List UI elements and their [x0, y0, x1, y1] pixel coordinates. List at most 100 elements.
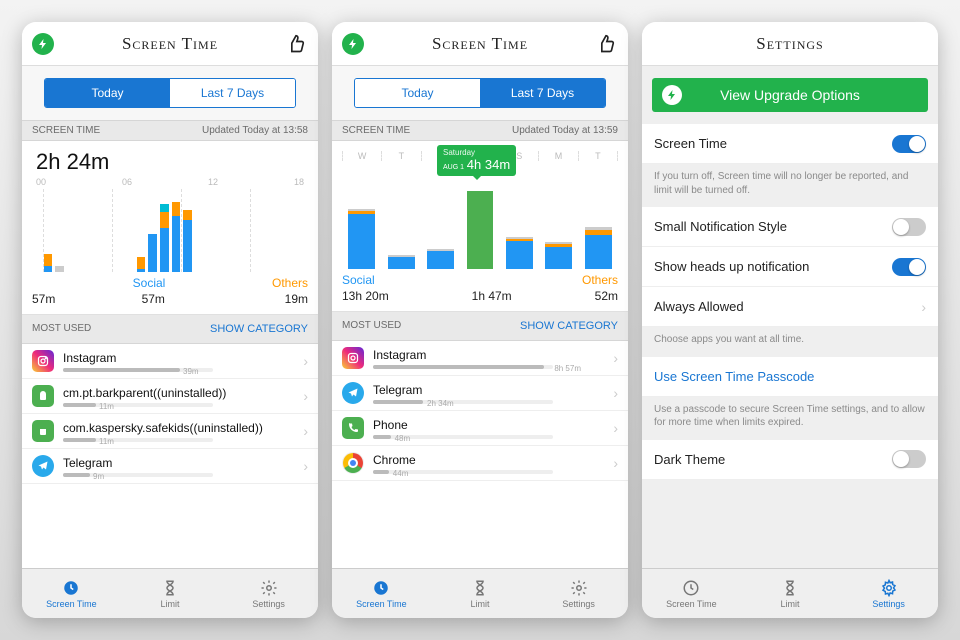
telegram-icon [342, 382, 364, 404]
category-labels: Social Others [342, 269, 618, 289]
chevron-right-icon: › [613, 350, 618, 366]
header: Screen Time [332, 22, 628, 66]
most-used-header: MOST USED SHOW CATEGORY [22, 315, 318, 344]
app-row[interactable]: Chrome44m › [332, 446, 628, 481]
setting-always-allowed[interactable]: Always Allowed › [642, 287, 938, 327]
setting-dark-theme[interactable]: Dark Theme [642, 440, 938, 480]
toggle-switch[interactable] [892, 450, 926, 468]
clock-icon [372, 579, 390, 597]
app-row[interactable]: com.kaspersky.safekids((uninstalled))11m… [22, 414, 318, 449]
subheader: SCREEN TIME Updated Today at 13:59 [332, 120, 628, 141]
setting-heads-up[interactable]: Show heads up notification [642, 247, 938, 287]
page-title: Screen Time [122, 34, 218, 54]
updated-label: Updated Today at 13:58 [202, 125, 308, 136]
bottom-nav: Screen Time Limit Settings [332, 568, 628, 618]
chart-tooltip: Saturday AUG 1 4h 34m [437, 145, 516, 176]
chevron-right-icon: › [303, 388, 308, 404]
toggle-switch[interactable] [892, 218, 926, 236]
helper-text: Use a passcode to secure Screen Time set… [642, 397, 938, 440]
range-segmented[interactable]: Today Last 7 Days [354, 78, 606, 108]
nav-settings[interactable]: Settings [839, 569, 938, 618]
weekly-chart: W T F S S M T [342, 169, 618, 269]
app-row[interactable]: Telegram2h 34m › [332, 376, 628, 411]
setting-passcode[interactable]: Use Screen Time Passcode [642, 357, 938, 397]
page-title: Settings [756, 34, 823, 54]
chrome-icon [342, 452, 364, 474]
nav-settings[interactable]: Settings [219, 569, 318, 618]
category-values: 57m 57m 19m [32, 292, 308, 310]
android-icon [32, 385, 54, 407]
app-row[interactable]: Instagram8h 57m › [332, 341, 628, 376]
show-category-button[interactable]: SHOW CATEGORY [210, 323, 308, 335]
app-list: Instagram39m › cm.pt.barkparent((uninsta… [22, 344, 318, 568]
upgrade-button[interactable]: View Upgrade Options [652, 78, 928, 112]
instagram-icon [342, 347, 364, 369]
tab-today[interactable]: Today [45, 79, 170, 107]
chevron-right-icon: › [303, 458, 308, 474]
thumbs-up-icon[interactable] [286, 34, 306, 54]
chevron-right-icon: › [921, 299, 926, 315]
toggle-switch[interactable] [892, 135, 926, 153]
screen-week: Screen Time Today Last 7 Days SCREEN TIM… [332, 22, 628, 618]
app-row[interactable]: Instagram39m › [22, 344, 318, 379]
range-segmented[interactable]: Today Last 7 Days [44, 78, 296, 108]
hourly-chart: 00 06 12 18 [32, 177, 308, 272]
helper-text: Choose apps you want at all time. [642, 327, 938, 357]
instagram-icon [32, 350, 54, 372]
app-row[interactable]: Telegram9m › [22, 449, 318, 484]
telegram-icon [32, 455, 54, 477]
bolt-icon [662, 85, 682, 105]
android-icon [32, 420, 54, 442]
bottom-nav: Screen Time Limit Settings [22, 568, 318, 618]
screen-today: Screen Time Today Last 7 Days SCREEN TIM… [22, 22, 318, 618]
nav-limit[interactable]: Limit [431, 569, 530, 618]
nav-settings[interactable]: Settings [529, 569, 628, 618]
page-title: Screen Time [432, 34, 528, 54]
chart-week: Saturday AUG 1 4h 34m W T F S S M T [332, 141, 628, 312]
tab-week[interactable]: Last 7 Days [170, 79, 295, 107]
gear-icon [260, 579, 278, 597]
show-category-button[interactable]: SHOW CATEGORY [520, 320, 618, 332]
screen-settings: Settings View Upgrade Options Screen Tim… [642, 22, 938, 618]
toggle-switch[interactable] [892, 258, 926, 276]
bolt-icon[interactable] [342, 33, 364, 55]
gear-icon [570, 579, 588, 597]
hourglass-icon [471, 579, 489, 597]
chevron-right-icon: › [613, 455, 618, 471]
setting-screen-time[interactable]: Screen Time [642, 124, 938, 164]
most-used-header: MOST USED SHOW CATEGORY [332, 312, 628, 341]
nav-screen-time[interactable]: Screen Time [332, 569, 431, 618]
clock-icon [682, 579, 700, 597]
app-row[interactable]: Phone48m › [332, 411, 628, 446]
header: Screen Time [22, 22, 318, 66]
nav-limit[interactable]: Limit [741, 569, 840, 618]
total-time: 2h 24m [32, 149, 308, 175]
nav-screen-time[interactable]: Screen Time [22, 569, 121, 618]
app-row[interactable]: cm.pt.barkparent((uninstalled))11m › [22, 379, 318, 414]
nav-limit[interactable]: Limit [121, 569, 220, 618]
chevron-right-icon: › [303, 423, 308, 439]
phone-icon [342, 417, 364, 439]
helper-text: If you turn off, Screen time will no lon… [642, 164, 938, 207]
category-labels: Social Others [32, 272, 308, 292]
bolt-icon[interactable] [32, 33, 54, 55]
category-values: 13h 20m 1h 47m 52m [342, 289, 618, 307]
chevron-right-icon: › [613, 385, 618, 401]
nav-screen-time[interactable]: Screen Time [642, 569, 741, 618]
chevron-right-icon: › [613, 420, 618, 436]
tab-week[interactable]: Last 7 Days [480, 79, 605, 107]
clock-icon [62, 579, 80, 597]
header: Settings [642, 22, 938, 66]
app-list: Instagram8h 57m › Telegram2h 34m › Phone… [332, 341, 628, 568]
bottom-nav: Screen Time Limit Settings [642, 568, 938, 618]
hourglass-icon [781, 579, 799, 597]
gear-icon [880, 579, 898, 597]
thumbs-up-icon[interactable] [596, 34, 616, 54]
setting-small-notification[interactable]: Small Notification Style [642, 207, 938, 247]
tab-today[interactable]: Today [355, 79, 480, 107]
chart-today: 2h 24m 00 06 12 18 [22, 141, 318, 315]
screen-time-label: SCREEN TIME [32, 125, 100, 136]
hourglass-icon [161, 579, 179, 597]
subheader: SCREEN TIME Updated Today at 13:58 [22, 120, 318, 141]
chevron-right-icon: › [303, 353, 308, 369]
